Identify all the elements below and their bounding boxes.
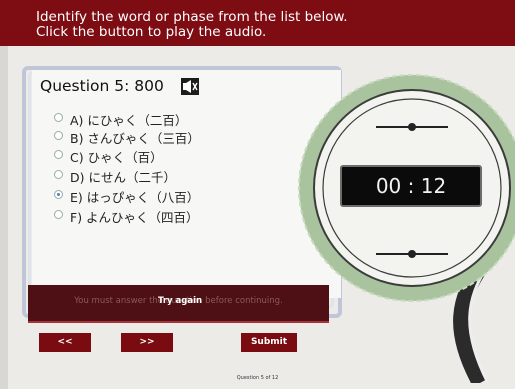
answer-option-label: E) はっぴゃく（八百） — [70, 190, 200, 205]
answer-option-label: C) ひゃく（百） — [70, 150, 163, 165]
question-counter: Question 5 of 12 — [236, 375, 279, 381]
answer-option-label: A) にひゃく（二百） — [70, 113, 188, 128]
try-again-label: Try again — [158, 296, 203, 306]
instruction-line-1: Identify the word or phase from the list… — [36, 9, 348, 25]
radio-button-selected[interactable] — [54, 190, 63, 199]
radio-button[interactable] — [54, 170, 63, 179]
feedback-banner: You must answer the question before cont… — [28, 285, 329, 323]
left-edge-bar — [0, 46, 8, 389]
radio-button[interactable] — [54, 113, 63, 122]
instruction-header: Identify the word or phase from the list… — [0, 0, 515, 46]
next-button[interactable]: >> — [121, 333, 173, 352]
quiz-slide: Identify the word or phase from the list… — [0, 0, 515, 389]
answer-option-label: B) さんびゃく（三百） — [70, 131, 200, 146]
radio-button[interactable] — [54, 210, 63, 219]
instruction-line-2: Click the button to play the audio. — [36, 24, 267, 40]
previous-button[interactable]: << — [39, 333, 91, 352]
answer-option-label: F) よんひゃく（四百） — [70, 210, 199, 225]
radio-button[interactable] — [54, 131, 63, 140]
speaker-icon[interactable] — [181, 78, 199, 95]
timer-display: 00 : 12 — [340, 165, 482, 207]
question-title: Question 5: 800 — [40, 77, 164, 95]
answer-option-label: D) にせん（二千） — [70, 170, 176, 185]
submit-button[interactable]: Submit — [241, 333, 297, 352]
radio-button[interactable] — [54, 150, 63, 159]
